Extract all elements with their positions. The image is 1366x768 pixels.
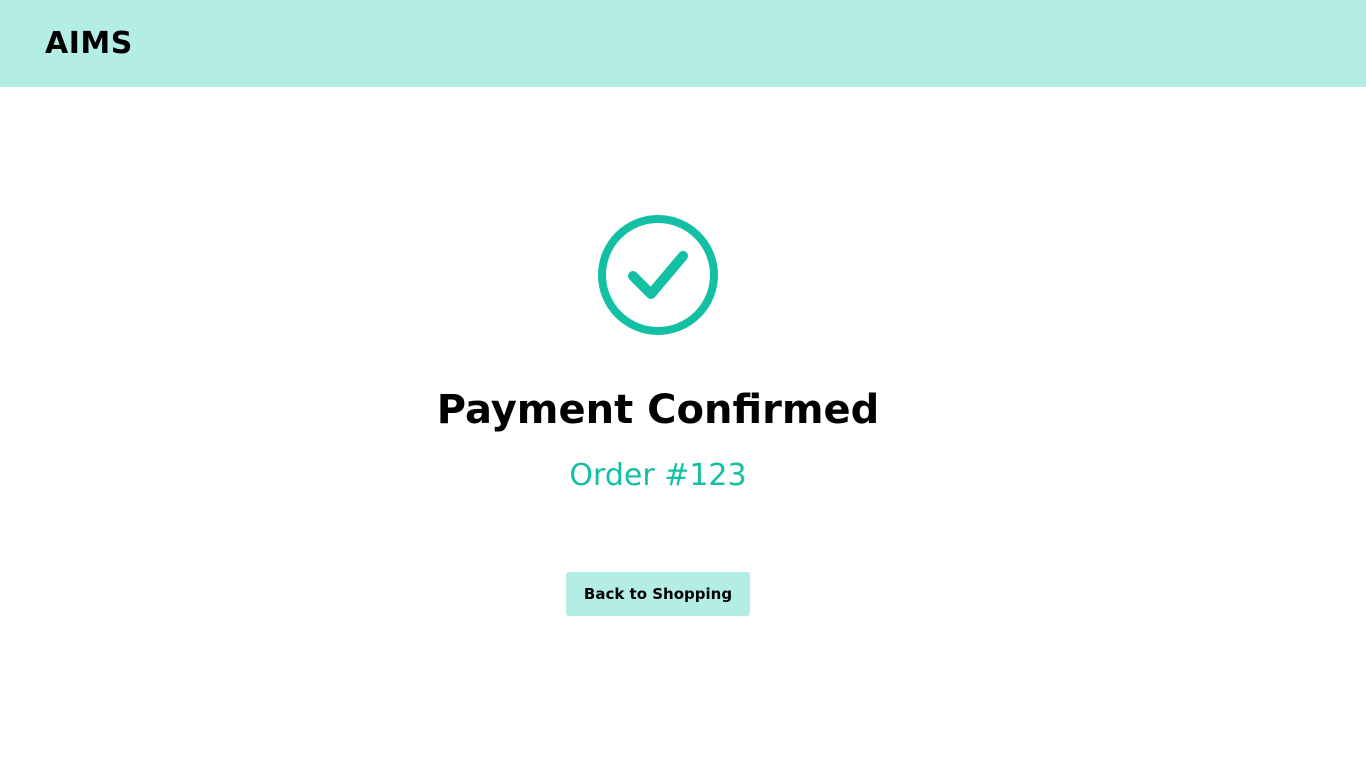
order-number: Order #123 xyxy=(569,458,747,493)
page-title: Payment Confirmed xyxy=(436,387,880,433)
check-circle-icon xyxy=(598,215,718,335)
top-header: AIMS xyxy=(0,0,1366,87)
back-to-shopping-button[interactable]: Back to Shopping xyxy=(566,572,750,616)
brand-logo[interactable]: AIMS xyxy=(45,26,133,62)
